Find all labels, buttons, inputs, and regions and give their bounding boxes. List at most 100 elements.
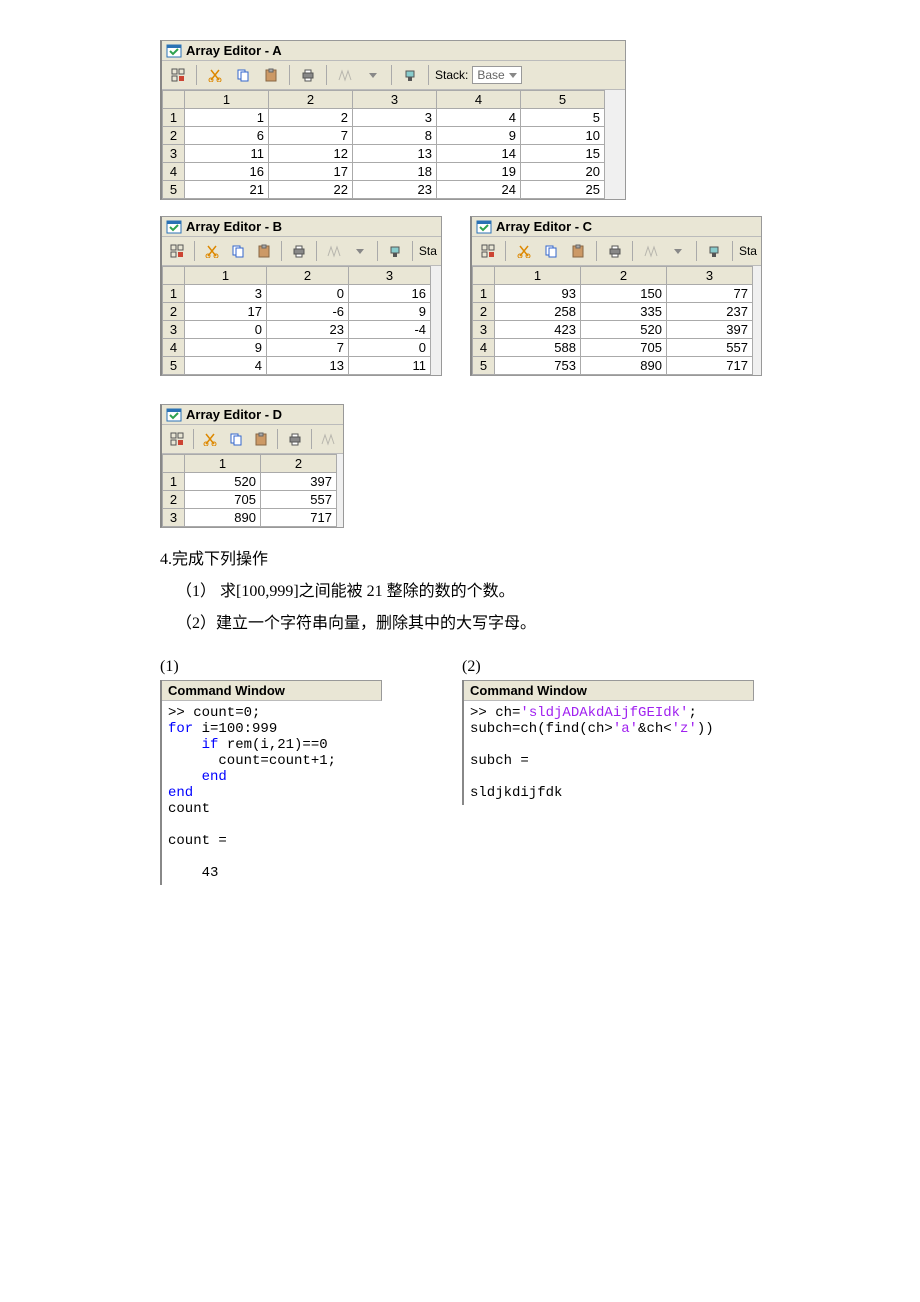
copy-icon[interactable] <box>540 239 563 263</box>
row-header[interactable]: 3 <box>473 321 495 339</box>
paste-icon[interactable] <box>250 427 271 451</box>
cell[interactable]: -6 <box>267 303 349 321</box>
col-header[interactable]: 3 <box>667 267 753 285</box>
cell[interactable]: 520 <box>581 321 667 339</box>
cell[interactable]: 3 <box>353 109 437 127</box>
row-header[interactable]: 4 <box>163 163 185 181</box>
copy-icon[interactable] <box>225 427 246 451</box>
dropdown-icon[interactable] <box>361 63 385 87</box>
cell[interactable]: 21 <box>185 181 269 199</box>
cell[interactable]: 7 <box>269 127 353 145</box>
cell[interactable]: 890 <box>185 509 261 527</box>
cell[interactable]: 588 <box>495 339 581 357</box>
cell[interactable]: 13 <box>267 357 349 375</box>
brush-icon[interactable] <box>384 239 406 263</box>
cell[interactable]: 705 <box>185 491 261 509</box>
cmd2-body[interactable]: >> ch='sldjADAkdAijfGEIdk'; subch=ch(fin… <box>464 701 754 805</box>
col-header[interactable]: 2 <box>267 267 349 285</box>
cell[interactable]: 335 <box>581 303 667 321</box>
cell[interactable]: 150 <box>581 285 667 303</box>
cell[interactable]: 0 <box>349 339 431 357</box>
cell[interactable]: 3 <box>185 285 267 303</box>
row-header[interactable]: 1 <box>163 473 185 491</box>
cell[interactable]: 11 <box>185 145 269 163</box>
cell[interactable]: 9 <box>349 303 431 321</box>
cell[interactable]: 557 <box>261 491 337 509</box>
cell[interactable]: 397 <box>261 473 337 491</box>
cell[interactable]: 12 <box>269 145 353 163</box>
row-header[interactable]: 4 <box>163 339 185 357</box>
tile-icon[interactable] <box>166 239 188 263</box>
cell[interactable]: 23 <box>267 321 349 339</box>
row-header[interactable]: 1 <box>163 109 185 127</box>
cell[interactable]: 77 <box>667 285 753 303</box>
row-header[interactable]: 5 <box>473 357 495 375</box>
row-header[interactable]: 2 <box>163 303 185 321</box>
cell[interactable]: 16 <box>349 285 431 303</box>
cell[interactable]: 2 <box>269 109 353 127</box>
ws-icon[interactable] <box>639 239 662 263</box>
cell[interactable]: 23 <box>353 181 437 199</box>
cell[interactable]: 5 <box>521 109 605 127</box>
cell[interactable]: -4 <box>349 321 431 339</box>
dropdown-icon[interactable] <box>667 239 690 263</box>
cell[interactable]: 557 <box>667 339 753 357</box>
copy-icon[interactable] <box>227 239 249 263</box>
cell[interactable]: 15 <box>521 145 605 163</box>
cell[interactable]: 1 <box>185 109 269 127</box>
cell[interactable]: 6 <box>185 127 269 145</box>
cell[interactable]: 17 <box>269 163 353 181</box>
cell[interactable]: 13 <box>353 145 437 163</box>
tile-icon[interactable] <box>166 427 187 451</box>
paste-icon[interactable] <box>259 63 283 87</box>
cmd1-body[interactable]: >> count=0; for i=100:999 if rem(i,21)==… <box>162 701 382 885</box>
brush-icon[interactable] <box>703 239 726 263</box>
cell[interactable]: 16 <box>185 163 269 181</box>
cell[interactable]: 93 <box>495 285 581 303</box>
col-header[interactable]: 1 <box>495 267 581 285</box>
cell[interactable]: 397 <box>667 321 753 339</box>
row-header[interactable]: 3 <box>163 145 185 163</box>
cell[interactable]: 9 <box>185 339 267 357</box>
col-header[interactable]: 4 <box>437 91 521 109</box>
cell[interactable]: 14 <box>437 145 521 163</box>
cut-icon[interactable] <box>203 63 227 87</box>
print-icon[interactable] <box>603 239 626 263</box>
ws-icon[interactable] <box>323 239 345 263</box>
cell[interactable]: 20 <box>521 163 605 181</box>
cell[interactable]: 11 <box>349 357 431 375</box>
cell[interactable]: 0 <box>185 321 267 339</box>
cell[interactable]: 4 <box>437 109 521 127</box>
cell[interactable]: 19 <box>437 163 521 181</box>
cell[interactable]: 10 <box>521 127 605 145</box>
col-header[interactable]: 1 <box>185 91 269 109</box>
cell[interactable]: 8 <box>353 127 437 145</box>
dropdown-icon[interactable] <box>349 239 371 263</box>
row-header[interactable]: 2 <box>163 127 185 145</box>
cell[interactable]: 9 <box>437 127 521 145</box>
brush-icon[interactable] <box>398 63 422 87</box>
cell[interactable]: 24 <box>437 181 521 199</box>
row-header[interactable]: 4 <box>473 339 495 357</box>
cell[interactable]: 18 <box>353 163 437 181</box>
cell[interactable]: 7 <box>267 339 349 357</box>
cut-icon[interactable] <box>201 239 223 263</box>
col-header[interactable]: 5 <box>521 91 605 109</box>
cell[interactable]: 753 <box>495 357 581 375</box>
row-header[interactable]: 5 <box>163 357 185 375</box>
row-header[interactable]: 3 <box>163 509 185 527</box>
cut-icon[interactable] <box>200 427 221 451</box>
row-header[interactable]: 2 <box>163 491 185 509</box>
row-header[interactable]: 1 <box>473 285 495 303</box>
col-header[interactable]: 3 <box>353 91 437 109</box>
col-header[interactable]: 1 <box>185 267 267 285</box>
col-header[interactable]: 1 <box>185 455 261 473</box>
cell[interactable]: 237 <box>667 303 753 321</box>
ws-icon[interactable] <box>333 63 357 87</box>
cell[interactable]: 0 <box>267 285 349 303</box>
cell[interactable]: 258 <box>495 303 581 321</box>
cell[interactable]: 717 <box>667 357 753 375</box>
cell[interactable]: 25 <box>521 181 605 199</box>
col-header[interactable]: 2 <box>269 91 353 109</box>
cell[interactable]: 520 <box>185 473 261 491</box>
